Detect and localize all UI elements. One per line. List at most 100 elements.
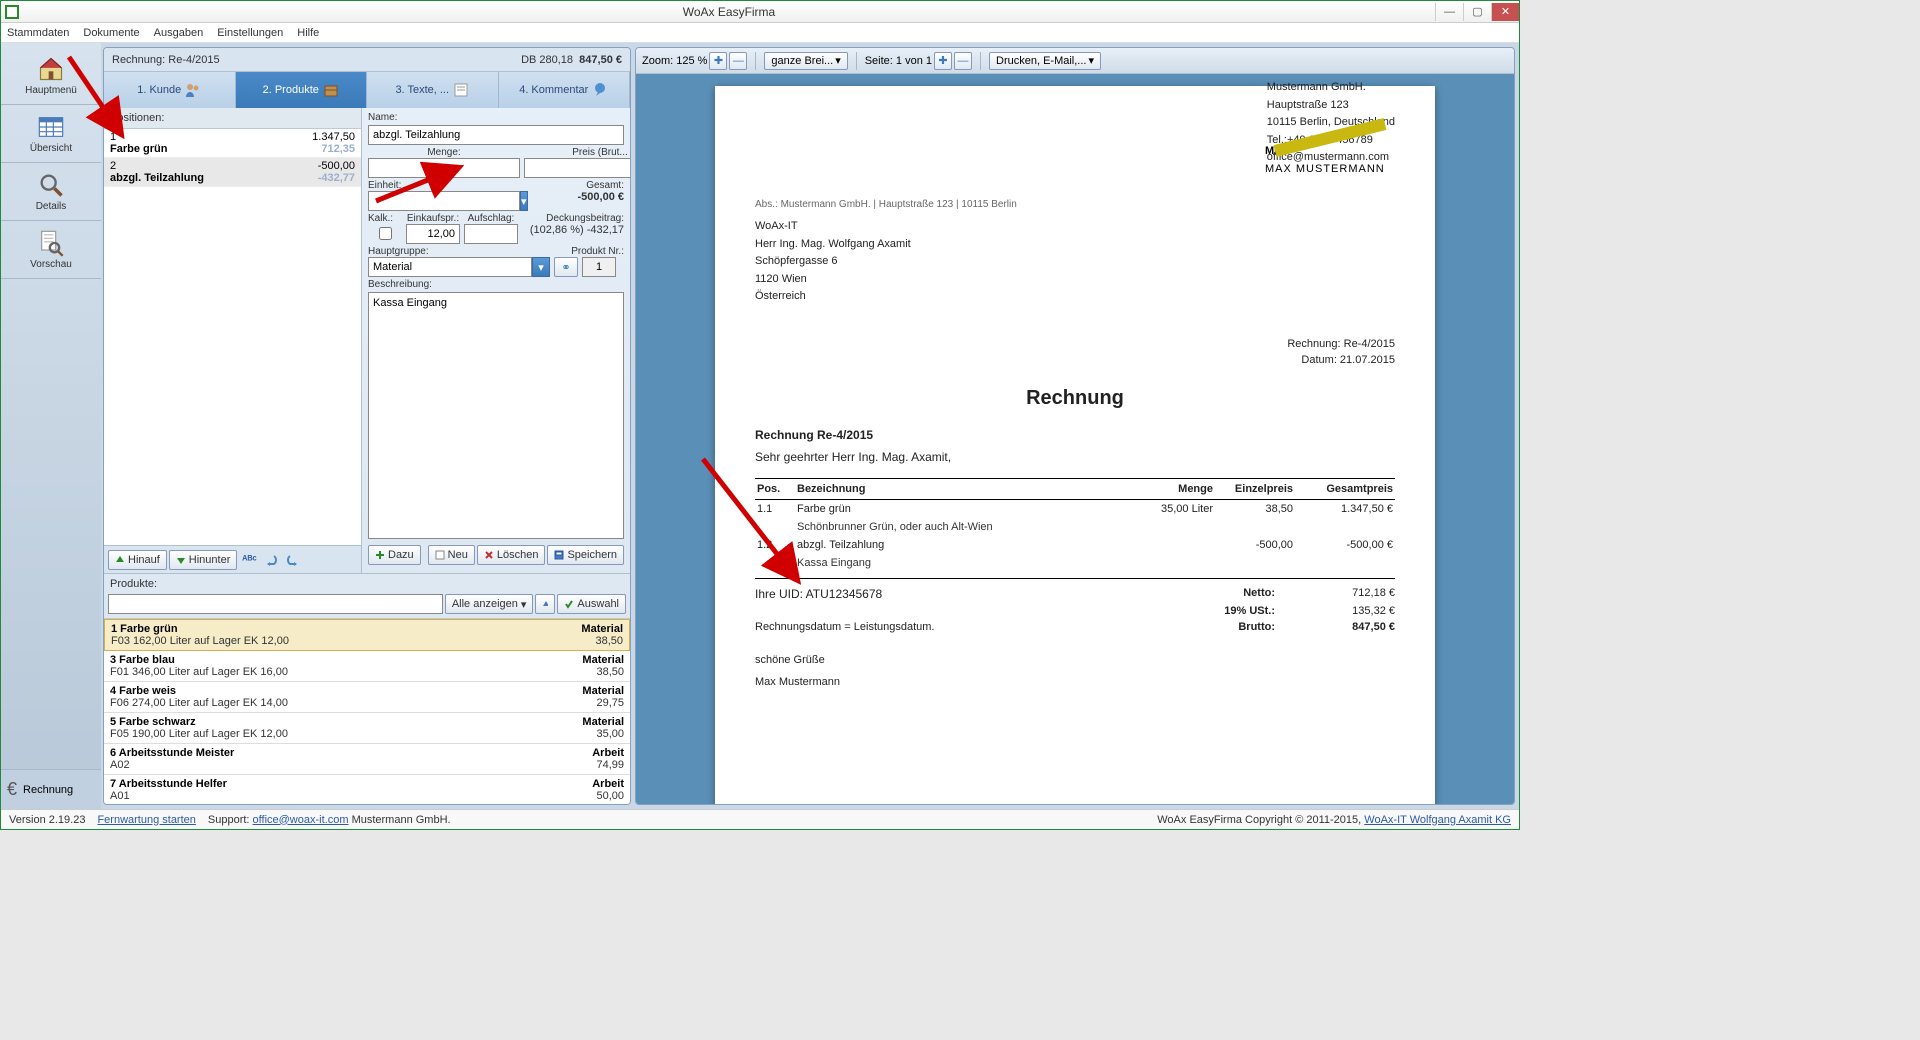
tab-produkte[interactable]: 2. Produkte (236, 72, 368, 108)
app-icon (5, 5, 19, 19)
detail-column: Name: Menge: Preis (Brut... USt:▾ Rabatt… (362, 108, 630, 573)
positions-label: Positionen: (104, 108, 361, 129)
neu-button[interactable]: Neu (428, 545, 475, 565)
product-row[interactable]: 5 Farbe schwarzMaterialF05 190,00 Liter … (104, 713, 630, 744)
sidebar-vorschau[interactable]: Vorschau (1, 221, 101, 279)
sidebar-hauptmenue[interactable]: Hauptmenü (1, 47, 101, 105)
page-prev-button[interactable]: — (954, 52, 972, 70)
down-button[interactable]: Hinunter (169, 550, 238, 570)
position-row[interactable]: 11.347,50 Farbe grün712,35 (104, 129, 361, 158)
aufschlag-label: Aufschlag: (464, 213, 518, 224)
link-button[interactable]: ⚭ (554, 257, 578, 277)
editor-total: 847,50 € (579, 54, 622, 66)
position-row[interactable]: 2-500,00 abzgl. Teilzahlung-432,77 (104, 158, 361, 187)
positions-list[interactable]: 11.347,50 Farbe grün712,35 2-500,00 abzg… (104, 129, 361, 545)
menubar: Stammdaten Dokumente Ausgaben Einstellun… (1, 23, 1519, 43)
page-next-button[interactable]: ✚ (934, 52, 952, 70)
undo-button[interactable] (261, 550, 281, 570)
th-menge: Menge (1125, 478, 1215, 499)
hg-input[interactable] (368, 257, 532, 277)
chevron-down-icon[interactable]: ▾ (520, 191, 528, 211)
menge-label: Menge: (368, 147, 520, 158)
position-buttons: Hinauf Hinunter ᴬᴮᶜ (104, 545, 361, 573)
products-list[interactable]: 1 Farbe grünMaterialF03 162,00 Liter auf… (104, 618, 630, 804)
menu-ausgaben[interactable]: Ausgaben (154, 27, 204, 39)
spellcheck-button[interactable]: ᴬᴮᶜ (239, 550, 259, 570)
kalk-checkbox[interactable] (379, 227, 392, 240)
preview-scroll[interactable]: MMMAX MUSTERMANN Mustermann GmbH.Hauptst… (636, 74, 1514, 804)
status-company: Mustermann GmbH. (352, 814, 451, 826)
statusbar: Version 2.19.23 Fernwartung starten Supp… (1, 809, 1519, 829)
invoice-table: Pos. Bezeichnung Menge Einzelpreis Gesam… (755, 478, 1395, 572)
product-row[interactable]: 7 Arbeitsstunde HelferArbeitA0150,00 (104, 775, 630, 804)
auswahl-button[interactable]: Auswahl (557, 594, 626, 614)
redo-button[interactable] (283, 550, 303, 570)
menu-einstellungen[interactable]: Einstellungen (217, 27, 283, 39)
chevron-down-icon[interactable]: ▾ (532, 257, 550, 277)
hauptgruppe-combo[interactable]: ▾ (368, 257, 550, 277)
sort-up-button[interactable] (535, 594, 555, 614)
magnifier-icon (37, 171, 65, 199)
dazu-button[interactable]: Dazu (368, 545, 421, 565)
einheit-combo[interactable]: ▾ (368, 191, 478, 211)
fit-combo[interactable]: ganze Brei... ▾ (764, 52, 847, 70)
maximize-button[interactable]: ▢ (1463, 3, 1491, 21)
product-row[interactable]: 4 Farbe weisMaterialF06 274,00 Liter auf… (104, 682, 630, 713)
kalk-label: Kalk.: (368, 213, 402, 224)
up-button[interactable]: Hinauf (108, 550, 167, 570)
support-email-link[interactable]: office@woax-it.com (253, 814, 349, 826)
sidebar-footer[interactable]: € Rechnung (1, 769, 101, 809)
minus-icon: — (958, 55, 969, 67)
tab-texte[interactable]: 3. Texte, ... (367, 72, 499, 108)
preis-label: Preis (Brut... (524, 147, 630, 158)
menu-stammdaten[interactable]: Stammdaten (7, 27, 69, 39)
name-input[interactable] (368, 125, 624, 145)
product-row[interactable]: 3 Farbe blauMaterialF01 346,00 Liter auf… (104, 651, 630, 682)
gesamt-label: Gesamt: (534, 180, 624, 191)
einheit-input[interactable] (368, 191, 520, 211)
description-textarea[interactable] (368, 292, 624, 539)
chevron-down-icon: ▾ (521, 598, 527, 611)
sidebar-uebersicht[interactable]: Übersicht (1, 105, 101, 163)
menu-dokumente[interactable]: Dokumente (83, 27, 139, 39)
menge-input[interactable] (368, 158, 520, 178)
aufschlag-input[interactable] (464, 224, 518, 244)
recipient-address: WoAx-ITHerr Ing. Mag. Wolfgang AxamitSch… (755, 218, 1395, 306)
home-icon (37, 55, 65, 83)
tab-kommentar[interactable]: 4. Kommentar (499, 72, 631, 108)
preis-input[interactable] (524, 158, 630, 178)
brutto-label: Brutto: (1155, 621, 1275, 633)
editor-title: Rechnung: Re-4/2015 (112, 54, 521, 66)
save-button[interactable]: Speichern (547, 545, 624, 565)
remote-support-link[interactable]: Fernwartung starten (97, 814, 195, 826)
hg-label: Hauptgruppe: (368, 246, 550, 257)
minimize-button[interactable]: — (1435, 3, 1463, 21)
vendor-link[interactable]: WoAx-IT Wolfgang Axamit KG (1364, 814, 1511, 826)
invoice-footer: schöne Grüße Max Mustermann (755, 649, 1395, 693)
signer: Max Mustermann (755, 671, 1395, 693)
check-icon (564, 599, 574, 609)
zoom-out-button[interactable]: — (729, 52, 747, 70)
close-button[interactable]: ✕ (1491, 3, 1519, 21)
datenote: Rechnungsdatum = Leistungsdatum. (755, 621, 1155, 633)
zoom-in-button[interactable]: ✚ (709, 52, 727, 70)
invoice-date: Datum: 21.07.2015 (755, 352, 1395, 369)
menu-hilfe[interactable]: Hilfe (297, 27, 319, 39)
product-row[interactable]: 6 Arbeitsstunde MeisterArbeitA0274,99 (104, 744, 630, 775)
x-icon (484, 550, 494, 560)
product-search-input[interactable] (108, 594, 443, 614)
sidebar-details[interactable]: Details (1, 163, 101, 221)
uid-label: Ihre UID: ATU12345678 (755, 587, 1155, 601)
product-row[interactable]: 1 Farbe grünMaterialF03 162,00 Liter auf… (104, 619, 630, 651)
calendar-icon (37, 113, 65, 141)
alle-anzeigen-button[interactable]: Alle anzeigen ▾ (445, 594, 534, 614)
print-button[interactable]: Drucken, E-Mail,... ▾ (989, 52, 1101, 70)
undo-icon (264, 553, 278, 567)
ek-input[interactable] (406, 224, 460, 244)
invoice-page: MMMAX MUSTERMANN Mustermann GmbH.Hauptst… (715, 86, 1435, 804)
delete-button[interactable]: Löschen (477, 545, 546, 565)
tab-kunde[interactable]: 1. Kunde (104, 72, 236, 108)
preview-panel: Zoom: 125 % ✚ — ganze Brei... ▾ Seite: 1… (635, 47, 1515, 805)
db-value: (102,86 %) -432,17 (522, 224, 624, 236)
page-magnifier-icon (37, 229, 65, 257)
